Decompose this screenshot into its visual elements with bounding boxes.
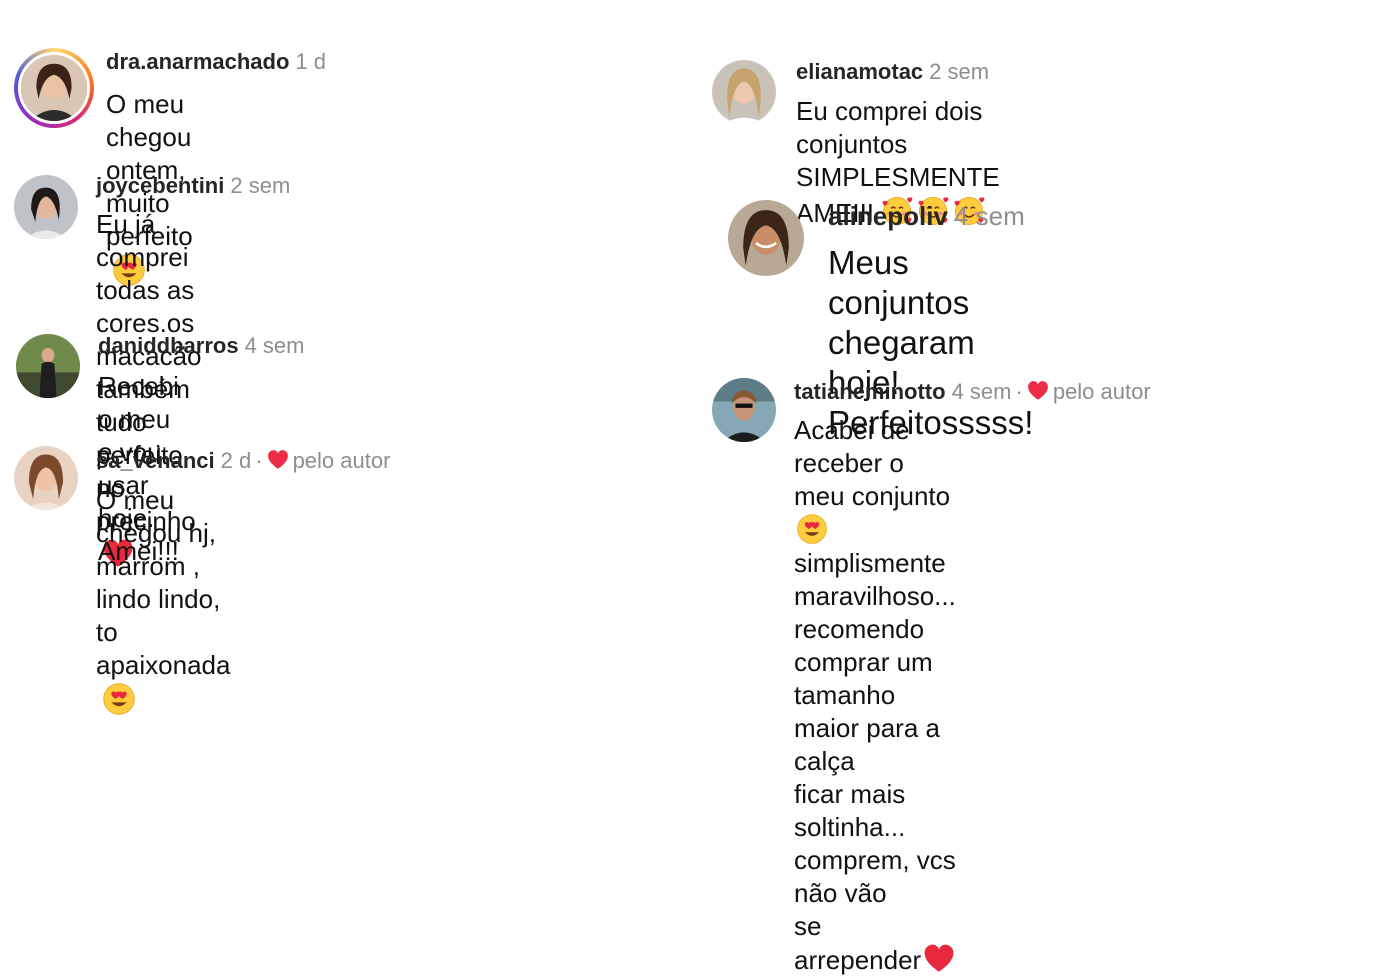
red-heart-emoji-icon: [923, 943, 955, 975]
separator-dot: ·: [255, 448, 263, 473]
separator-dot: ·: [1015, 379, 1023, 404]
timestamp[interactable]: 2 sem: [929, 59, 989, 84]
username[interactable]: elianamotac: [796, 59, 923, 84]
avatar[interactable]: [16, 334, 80, 398]
liked-by-author-label: pelo autor: [292, 448, 391, 473]
heart-eyes-emoji-icon: [102, 682, 136, 716]
avatar[interactable]: [728, 200, 804, 276]
timestamp[interactable]: 2 sem: [230, 173, 290, 198]
liked-by-author-heart-icon: [267, 449, 289, 471]
avatar[interactable]: [712, 60, 776, 124]
liked-by-author-label: pelo autor: [1052, 379, 1151, 404]
comment-text: O meu chegou hj, marrom , lindo lindo, t…: [96, 484, 230, 718]
timestamp[interactable]: 4 sem: [952, 379, 1012, 404]
liked-by-author-heart-icon: [1027, 380, 1049, 402]
comment-text: Acabei de receber o meu conjunto simplis…: [794, 415, 956, 975]
username[interactable]: joycebentini: [96, 173, 224, 198]
avatar[interactable]: [712, 378, 776, 442]
timestamp[interactable]: 4 sem: [954, 201, 1025, 231]
username[interactable]: tatianeminotto: [794, 379, 946, 404]
timestamp[interactable]: 1 d: [295, 49, 326, 74]
timestamp[interactable]: 2 d: [221, 448, 252, 473]
avatar[interactable]: [14, 48, 94, 128]
username[interactable]: alinepoliv: [828, 201, 948, 231]
username[interactable]: sa_venanci: [96, 448, 215, 473]
avatar[interactable]: [14, 446, 78, 510]
timestamp[interactable]: 4 sem: [245, 333, 305, 358]
heart-eyes-emoji-icon: [796, 513, 828, 545]
username[interactable]: dra.anarmachado: [106, 49, 289, 74]
avatar[interactable]: [14, 175, 78, 239]
username[interactable]: daniddbarros: [98, 333, 239, 358]
comment-text: Meus conjuntos chegaram hoje! Perfeitoss…: [828, 244, 1034, 441]
